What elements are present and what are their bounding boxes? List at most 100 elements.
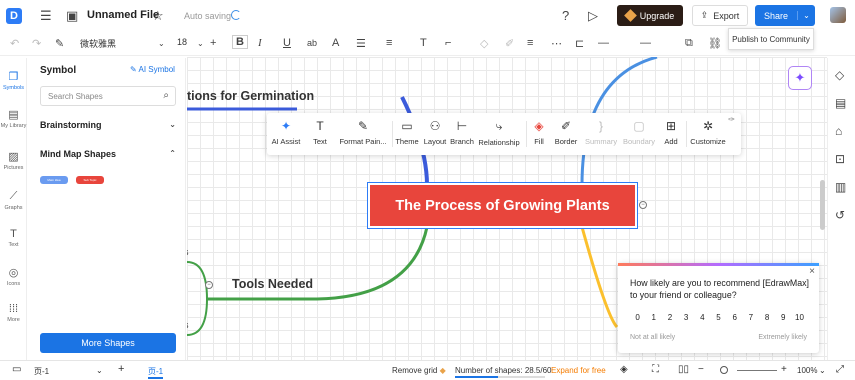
chevron-down-icon[interactable]: ⌄ bbox=[96, 366, 103, 375]
nps-option[interactable]: 7 bbox=[743, 311, 758, 324]
nps-option[interactable]: 8 bbox=[760, 311, 775, 324]
ctx-summary[interactable]: } Summary bbox=[585, 119, 617, 146]
share-button[interactable]: Share ⌄ bbox=[755, 5, 815, 26]
chevron-down-icon[interactable]: ⌄ bbox=[797, 11, 815, 20]
fullscreen-icon[interactable]: ⤢ bbox=[836, 364, 844, 375]
zoom-slider-handle[interactable] bbox=[720, 366, 728, 374]
book-icon[interactable]: ▯▯ bbox=[678, 364, 689, 375]
star-icon[interactable]: ☆ bbox=[152, 8, 164, 24]
rail-more[interactable]: ⁞⁞⁞ More bbox=[0, 303, 27, 323]
bold-icon[interactable]: B bbox=[232, 35, 248, 49]
more-shapes-button[interactable]: More Shapes bbox=[40, 333, 176, 353]
rail-graphs[interactable]: ⟋ Graphs bbox=[0, 190, 27, 211]
rail-icons[interactable]: ◎ Icons bbox=[0, 266, 27, 287]
arrange-icon[interactable]: ⧉ bbox=[685, 37, 693, 50]
chevron-down-icon[interactable]: ⌄ bbox=[158, 39, 165, 48]
file-name[interactable]: Unnamed File bbox=[87, 9, 159, 21]
connector-style-icon[interactable]: ⊏ bbox=[575, 37, 584, 50]
zoom-in-icon[interactable]: + bbox=[781, 364, 787, 375]
connector-icon[interactable]: ⌐ bbox=[445, 37, 451, 49]
ai-assistant-icon[interactable]: ✦ bbox=[788, 66, 812, 90]
subtopic-label[interactable]: s bbox=[187, 247, 189, 257]
add-page-icon[interactable]: + bbox=[118, 363, 124, 375]
font-color-icon[interactable]: A bbox=[332, 37, 339, 49]
expand-link[interactable]: Expand for free bbox=[551, 366, 606, 375]
pin-icon[interactable]: ✑ bbox=[728, 115, 735, 124]
list-icon[interactable]: ☰ bbox=[356, 37, 366, 50]
ctx-customize[interactable]: ✲ Customize bbox=[689, 119, 727, 146]
collapse-toggle-icon[interactable]: − bbox=[205, 281, 213, 289]
nps-option[interactable]: 9 bbox=[776, 311, 791, 324]
ctx-border[interactable]: ✐ Border bbox=[553, 119, 579, 146]
text-tool-icon[interactable]: T bbox=[420, 37, 427, 49]
history-icon[interactable]: ↺ bbox=[835, 208, 845, 222]
upgrade-button[interactable]: Upgrade bbox=[617, 5, 683, 26]
nps-option[interactable]: 1 bbox=[646, 311, 661, 324]
nps-option[interactable]: 2 bbox=[662, 311, 677, 324]
link-icon[interactable]: ⛓ bbox=[708, 37, 722, 50]
zoom-level[interactable]: 100% bbox=[797, 366, 817, 375]
arrow-style-icon[interactable]: — bbox=[640, 37, 651, 49]
increase-font-icon[interactable]: + bbox=[210, 37, 216, 49]
vertical-scrollbar[interactable] bbox=[820, 180, 825, 230]
ctx-format-painter[interactable]: ✎ Format Pain... bbox=[339, 119, 387, 146]
italic-icon[interactable]: I bbox=[258, 37, 262, 49]
page-tab[interactable]: 页-1 bbox=[148, 366, 164, 379]
page-layout-icon[interactable]: ▤ bbox=[835, 96, 846, 110]
close-icon[interactable]: × bbox=[809, 266, 815, 277]
font-size-select[interactable]: 18 bbox=[177, 37, 187, 47]
collapse-toggle-icon[interactable]: − bbox=[639, 201, 647, 209]
avatar[interactable] bbox=[830, 7, 846, 23]
rail-text[interactable]: T Text bbox=[0, 228, 27, 248]
focus-icon[interactable]: ⛶ bbox=[652, 364, 659, 375]
document-icon[interactable]: ▥ bbox=[835, 180, 846, 194]
font-select[interactable]: 微软雅黑 bbox=[80, 37, 116, 50]
subtopic-label[interactable]: s bbox=[187, 320, 189, 330]
search-input[interactable]: Search Shapes ⌕ bbox=[40, 86, 176, 106]
ai-symbol-button[interactable]: ✎ AI Symbol bbox=[130, 65, 175, 74]
section-brainstorming[interactable]: Brainstorming ⌄ bbox=[40, 120, 176, 130]
export-button[interactable]: ⇪ Export bbox=[692, 5, 748, 26]
redo-icon[interactable]: ↷ bbox=[32, 37, 41, 50]
save-icon[interactable]: ▣ bbox=[66, 8, 78, 24]
line-color-icon[interactable]: ✐ bbox=[505, 37, 514, 50]
paint-icon[interactable]: ⌂ bbox=[835, 124, 842, 138]
nps-option[interactable]: 4 bbox=[695, 311, 710, 324]
section-mind-map-shapes[interactable]: Mind Map Shapes ⌃ bbox=[40, 149, 176, 159]
nps-option[interactable]: 10 bbox=[792, 311, 807, 324]
nps-option[interactable]: 6 bbox=[727, 311, 742, 324]
strikethrough-icon[interactable]: ab bbox=[307, 38, 317, 48]
topic-germination[interactable]: tions for Germination bbox=[187, 89, 314, 103]
sub-topic-shape[interactable]: Sub Topic bbox=[76, 176, 104, 184]
line-weight-icon[interactable]: ≡ bbox=[527, 37, 533, 49]
ctx-boundary[interactable]: ▢ Boundary bbox=[622, 119, 656, 146]
nps-option[interactable]: 0 bbox=[630, 311, 645, 324]
underline-icon[interactable]: U bbox=[283, 37, 291, 49]
nps-option[interactable]: 3 bbox=[679, 311, 694, 324]
fill-style-icon[interactable]: ◇ bbox=[835, 68, 844, 82]
presentation-icon[interactable]: ⊡ bbox=[835, 152, 845, 166]
ctx-relationship[interactable]: ⤷ Relationship bbox=[478, 119, 520, 147]
play-icon[interactable]: ▷ bbox=[588, 8, 598, 24]
ctx-branch[interactable]: ⊢ Branch bbox=[450, 119, 474, 146]
ctx-layout[interactable]: ⚇ Layout bbox=[423, 119, 447, 146]
format-painter-icon[interactable]: ✎ bbox=[55, 37, 64, 50]
nps-option[interactable]: 5 bbox=[711, 311, 726, 324]
help-icon[interactable]: ? bbox=[562, 8, 569, 23]
ctx-ai-assist[interactable]: ✦ AI Assist bbox=[271, 119, 301, 146]
page-select[interactable]: 页-1 bbox=[34, 366, 49, 377]
undo-icon[interactable]: ↶ bbox=[10, 37, 19, 50]
edraw-logo-icon[interactable]: D bbox=[6, 8, 22, 24]
rail-symbols[interactable]: ❐ Symbols bbox=[0, 70, 27, 91]
main-idea-shape[interactable]: Main Idea bbox=[40, 176, 68, 184]
layers-icon[interactable]: ◈ bbox=[620, 364, 628, 375]
line-dash-icon[interactable]: — bbox=[598, 37, 609, 49]
rail-pictures[interactable]: ▨ Pictures bbox=[0, 150, 27, 171]
ctx-text[interactable]: T Text bbox=[310, 119, 330, 146]
zoom-out-icon[interactable]: − bbox=[698, 364, 704, 375]
fill-icon[interactable]: ◇ bbox=[480, 37, 488, 50]
chevron-down-icon[interactable]: ⌄ bbox=[819, 366, 826, 375]
remove-grid-button[interactable]: Remove grid ◆ bbox=[392, 366, 446, 375]
rail-my-library[interactable]: ▤ My Library bbox=[0, 108, 27, 129]
search-icon[interactable]: ⌕ bbox=[163, 90, 169, 101]
